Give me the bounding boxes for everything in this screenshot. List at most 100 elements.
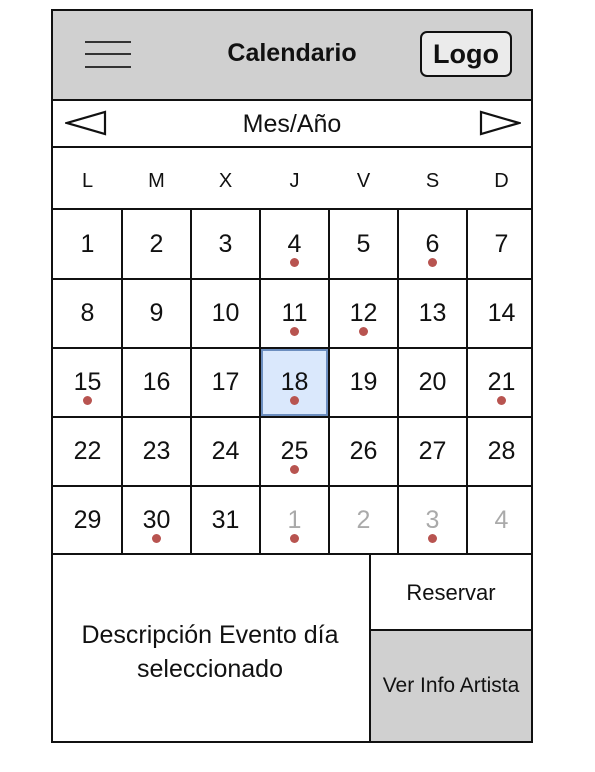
day-cell[interactable]: 16 <box>122 348 191 417</box>
day-cell[interactable]: 1 <box>53 210 122 279</box>
day-number: 23 <box>142 437 171 465</box>
grid-divider <box>53 416 531 418</box>
weekday-label: S <box>425 170 440 192</box>
event-dot-icon <box>289 327 299 336</box>
day-cell[interactable]: 8 <box>53 279 122 348</box>
day-cell[interactable]: 20 <box>398 348 467 417</box>
day-cell[interactable]: 23 <box>122 417 191 486</box>
weekday-label: X <box>218 170 233 192</box>
day-cell[interactable]: 4 <box>260 210 329 279</box>
day-cell[interactable]: 7 <box>467 210 536 279</box>
event-dot-icon <box>289 258 299 267</box>
day-cell[interactable]: 3 <box>191 210 260 279</box>
day-number: 30 <box>142 506 171 534</box>
day-cell[interactable]: 9 <box>122 279 191 348</box>
grid-divider <box>259 210 261 555</box>
day-cell[interactable]: 6 <box>398 210 467 279</box>
event-dot-icon <box>289 465 299 474</box>
day-cell[interactable]: 2 <box>122 210 191 279</box>
day-cell[interactable]: 1 <box>260 486 329 555</box>
day-number: 12 <box>349 299 378 327</box>
day-cell[interactable]: 31 <box>191 486 260 555</box>
day-cell[interactable]: 21 <box>467 348 536 417</box>
day-number: 8 <box>80 299 95 327</box>
reserve-button[interactable]: Reservar <box>369 555 531 631</box>
calendar-app: Calendario Logo Mes/Año LMXJVSD 12345678… <box>51 9 533 743</box>
day-cell[interactable]: 5 <box>329 210 398 279</box>
calendar-grid: 1 2 3 4 5 6 7 8 9 10 11 12 13 14 15 16 17 18 19 20 21 22 23 24 2… <box>53 210 531 555</box>
day-number: 10 <box>211 299 240 327</box>
artist-info-button[interactable]: Ver Info Artista <box>369 631 531 741</box>
day-number: 4 <box>494 506 509 534</box>
grid-divider <box>466 210 468 555</box>
page-title: Calendario <box>227 39 357 67</box>
day-cell[interactable]: 4 <box>467 486 536 555</box>
day-cell[interactable]: 24 <box>191 417 260 486</box>
day-number: 18 <box>280 368 309 396</box>
logo-button[interactable]: Logo <box>420 31 512 77</box>
event-dot-icon <box>151 534 161 543</box>
grid-divider <box>121 210 123 555</box>
day-cell[interactable]: 2 <box>329 486 398 555</box>
day-cell[interactable]: 27 <box>398 417 467 486</box>
day-cell[interactable]: 12 <box>329 279 398 348</box>
event-dot-icon <box>289 534 299 543</box>
grid-divider <box>53 347 531 349</box>
event-description-text: Descripción Evento día seleccionado <box>81 621 339 683</box>
day-number: 11 <box>281 299 308 327</box>
hamburger-menu-icon[interactable] <box>85 41 133 69</box>
day-number: 13 <box>418 299 447 327</box>
weekday-label: V <box>356 170 371 192</box>
month-year-label: Mes/Año <box>242 110 342 138</box>
grid-divider <box>53 485 531 487</box>
day-cell[interactable]: 30 <box>122 486 191 555</box>
day-number: 3 <box>425 506 440 534</box>
day-cell[interactable]: 19 <box>329 348 398 417</box>
day-cell[interactable]: 13 <box>398 279 467 348</box>
day-number: 2 <box>149 230 164 258</box>
event-dot-icon <box>82 396 92 405</box>
day-number: 28 <box>487 437 516 465</box>
day-number: 19 <box>349 368 378 396</box>
day-cell[interactable]: 10 <box>191 279 260 348</box>
grid-divider <box>397 210 399 555</box>
day-cell[interactable]: 14 <box>467 279 536 348</box>
day-cell[interactable]: 11 <box>260 279 329 348</box>
day-cell[interactable]: 15 <box>53 348 122 417</box>
day-number: 17 <box>211 368 240 396</box>
triangle-right-icon[interactable] <box>479 110 521 136</box>
weekday-label: L <box>81 170 94 192</box>
month-navigation: Mes/Año <box>53 101 531 148</box>
grid-divider <box>328 210 330 555</box>
event-description-box: Descripción Evento día seleccionado <box>53 555 367 743</box>
day-number: 7 <box>494 230 509 258</box>
day-number: 15 <box>73 368 102 396</box>
event-panel: Descripción Evento día seleccionado Rese… <box>53 553 531 741</box>
app-header: Calendario Logo <box>53 11 531 101</box>
day-cell[interactable]: 22 <box>53 417 122 486</box>
day-number: 26 <box>349 437 378 465</box>
weekday-header-row: LMXJVSD <box>53 148 531 210</box>
event-dot-icon <box>496 396 506 405</box>
day-number: 21 <box>487 368 516 396</box>
weekday-label: M <box>148 170 165 192</box>
weekday-label: J <box>289 170 300 192</box>
day-cell[interactable]: 17 <box>191 348 260 417</box>
day-number: 6 <box>425 230 440 258</box>
day-cell-selected[interactable]: 18 <box>260 348 329 417</box>
day-number: 1 <box>80 230 95 258</box>
day-cell[interactable]: 26 <box>329 417 398 486</box>
day-number: 5 <box>356 230 371 258</box>
day-cell[interactable]: 25 <box>260 417 329 486</box>
day-number: 22 <box>73 437 102 465</box>
day-cell[interactable]: 28 <box>467 417 536 486</box>
grid-divider <box>190 210 192 555</box>
grid-divider <box>53 278 531 280</box>
day-cell[interactable]: 3 <box>398 486 467 555</box>
day-number: 31 <box>211 506 240 534</box>
day-number: 20 <box>418 368 447 396</box>
day-cell[interactable]: 29 <box>53 486 122 555</box>
day-number: 3 <box>218 230 233 258</box>
day-number: 24 <box>211 437 240 465</box>
event-dot-icon <box>358 327 368 336</box>
